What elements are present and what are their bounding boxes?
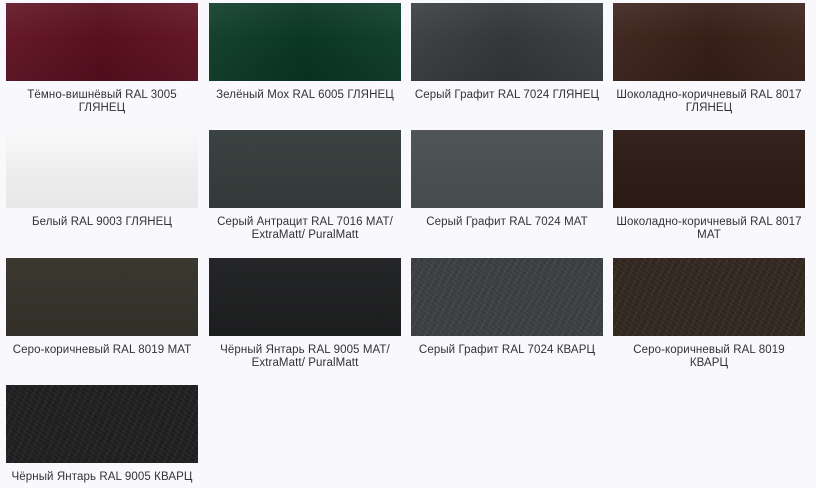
swatch-image[interactable] xyxy=(6,130,198,208)
swatch-card[interactable]: Шоколадно-коричневый RAL 8017 МАТ xyxy=(613,130,805,242)
swatch-image[interactable] xyxy=(613,258,805,336)
swatch-image[interactable] xyxy=(411,3,603,81)
swatch-caption: Шоколадно-коричневый RAL 8017 МАТ xyxy=(616,216,802,241)
swatch-card[interactable]: Серо-коричневый RAL 8019 МАТ xyxy=(6,258,198,357)
swatch-image[interactable] xyxy=(6,258,198,336)
swatch-image[interactable] xyxy=(209,130,401,208)
swatch-image[interactable] xyxy=(209,258,401,336)
swatch-card[interactable]: Серый Графит RAL 7024 МАТ xyxy=(411,130,603,229)
swatch-caption: Серо-коричневый RAL 8019 КВАРЦ xyxy=(633,344,785,369)
swatch-caption: Серый Графит RAL 7024 МАТ xyxy=(426,216,588,228)
swatch-caption: Белый RAL 9003 ГЛЯНЕЦ xyxy=(31,216,173,228)
swatch-caption: Чёрный Янтарь RAL 9005 МАТ/ ExtraMatt/ P… xyxy=(220,344,390,369)
swatch-image[interactable] xyxy=(613,130,805,208)
swatch-caption: Тёмно-вишнёвый RAL 3005 ГЛЯНЕЦ xyxy=(27,89,177,114)
swatch-caption: Зелёный Мох RAL 6005 ГЛЯНЕЦ xyxy=(216,89,394,101)
swatch-card[interactable]: Серый Антрацит RAL 7016 МАТ/ ExtraMatt/ … xyxy=(209,130,401,242)
swatch-caption: Чёрный Янтарь RAL 9005 КВАРЦ xyxy=(11,471,193,483)
swatch-image[interactable] xyxy=(6,3,198,81)
swatch-card[interactable]: Серо-коричневый RAL 8019 КВАРЦ xyxy=(613,258,805,370)
swatch-card[interactable]: Белый RAL 9003 ГЛЯНЕЦ xyxy=(6,130,198,229)
swatch-image[interactable] xyxy=(411,258,603,336)
swatch-card[interactable]: Тёмно-вишнёвый RAL 3005 ГЛЯНЕЦ xyxy=(6,3,198,115)
swatch-card[interactable]: Зелёный Мох RAL 6005 ГЛЯНЕЦ xyxy=(209,3,401,102)
color-swatch-grid: Тёмно-вишнёвый RAL 3005 ГЛЯНЕЦ Зелёный М… xyxy=(0,0,816,488)
swatch-caption: Серый Антрацит RAL 7016 МАТ/ ExtraMatt/ … xyxy=(217,216,393,241)
swatch-caption: Шоколадно-коричневый RAL 8017 ГЛЯНЕЦ xyxy=(616,89,802,114)
swatch-caption: Серый Графит RAL 7024 КВАРЦ xyxy=(418,344,596,356)
swatch-caption: Серо-коричневый RAL 8019 МАТ xyxy=(12,344,192,356)
swatch-caption: Серый Графит RAL 7024 ГЛЯНЕЦ xyxy=(414,89,600,101)
swatch-image[interactable] xyxy=(6,385,198,463)
swatch-card[interactable]: Серый Графит RAL 7024 КВАРЦ xyxy=(411,258,603,357)
swatch-image[interactable] xyxy=(411,130,603,208)
swatch-image[interactable] xyxy=(209,3,401,81)
swatch-card[interactable]: Шоколадно-коричневый RAL 8017 ГЛЯНЕЦ xyxy=(613,3,805,115)
swatch-card[interactable]: Чёрный Янтарь RAL 9005 МАТ/ ExtraMatt/ P… xyxy=(209,258,401,370)
swatch-image[interactable] xyxy=(613,3,805,81)
swatch-card[interactable]: Серый Графит RAL 7024 ГЛЯНЕЦ xyxy=(411,3,603,102)
swatch-card[interactable]: Чёрный Янтарь RAL 9005 КВАРЦ xyxy=(6,385,198,484)
